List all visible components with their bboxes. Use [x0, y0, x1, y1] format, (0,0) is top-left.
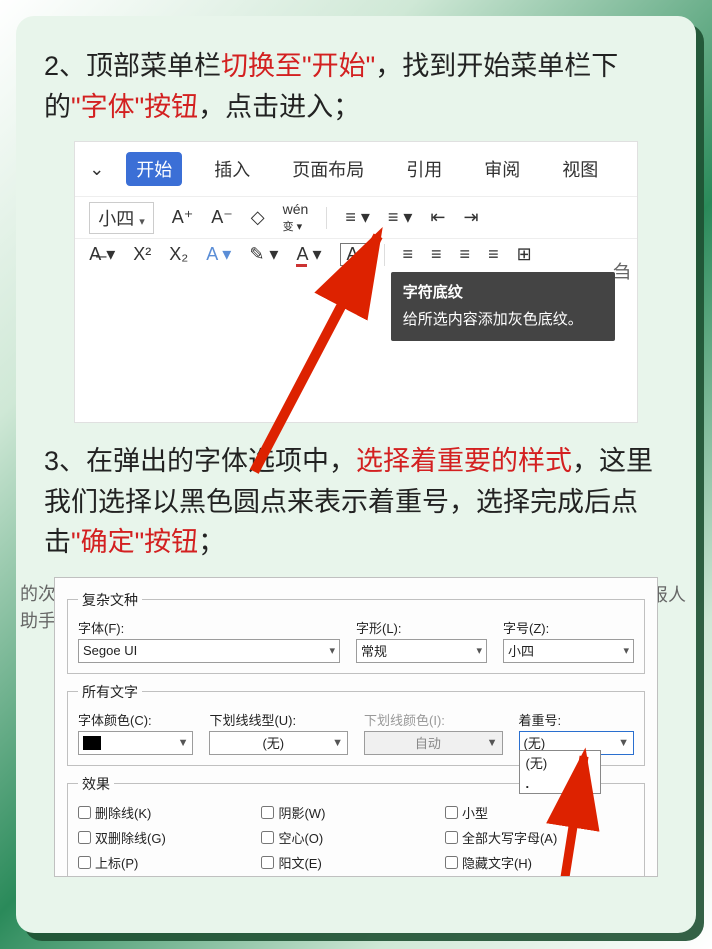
tab-insert[interactable]: 插入: [204, 152, 260, 186]
check-shadow[interactable]: 阴影(W): [261, 803, 444, 822]
color-label: 字体颜色(C):: [78, 710, 193, 729]
decrease-indent-icon[interactable]: ⇤: [430, 207, 445, 228]
group-label: 效果: [78, 774, 114, 794]
dropdown-icon: ▾: [476, 644, 482, 657]
tab-reference[interactable]: 引用: [396, 152, 452, 186]
tab-view[interactable]: 视图: [552, 152, 608, 186]
dropdown-icon: ▼: [487, 737, 498, 749]
clear-format-icon[interactable]: ◇: [251, 207, 265, 228]
ribbon-screenshot: ⌄ 开始 插入 页面布局 引用 审阅 视图 小四 ▾ A⁺ A⁻ ◇ wén变 …: [74, 141, 638, 423]
select-value: 自动: [415, 733, 441, 752]
align-justify-icon[interactable]: ≡: [488, 244, 499, 265]
highlight-icon[interactable]: ✎ ▾: [249, 244, 278, 265]
increase-indent-icon[interactable]: ⇥: [464, 207, 479, 228]
tooltip-body: 给所选内容添加灰色底纹。: [403, 309, 603, 332]
tooltip-title: 字符底纹: [403, 282, 603, 305]
style-select[interactable]: 常规 ▾: [356, 639, 487, 663]
text-highlight: "字体"按钮: [71, 92, 198, 122]
background-glyph: 刍: [613, 258, 631, 284]
check-double-strike[interactable]: 双删除线(G): [78, 828, 261, 847]
font-size-selector[interactable]: 小四 ▾: [89, 202, 154, 234]
text: ，点击进入；: [198, 92, 360, 122]
text: ；: [198, 527, 225, 557]
font-select[interactable]: Segoe UI ▾: [78, 639, 340, 663]
align-center-icon[interactable]: ≡: [431, 244, 442, 265]
text-highlight: "确定"按钮: [71, 527, 198, 557]
all-text-group: 所有文字 字体颜色(C): ▼ 下划线线型(U): (无) ▼: [67, 682, 645, 766]
tab-review[interactable]: 审阅: [474, 152, 530, 186]
decrease-font-icon[interactable]: A⁻: [211, 207, 233, 228]
dropdown-icon: ▾: [623, 644, 629, 657]
size-select[interactable]: 小四 ▾: [503, 639, 634, 663]
group-label: 所有文字: [78, 682, 142, 702]
tab-home[interactable]: 开始: [126, 152, 182, 186]
bullet-list-icon[interactable]: ≡ ▾: [345, 207, 370, 228]
distribute-icon[interactable]: ⊞: [517, 244, 532, 265]
align-right-icon[interactable]: ≡: [460, 244, 471, 265]
dropdown-icon: ▼: [332, 737, 343, 749]
divider: [326, 207, 327, 229]
style-label: 字形(L):: [356, 618, 487, 637]
font-dialog-screenshot: 的次助手 报人 复杂文种 字体(F): Segoe UI▾ 字形(L):: [16, 577, 696, 877]
underline-select[interactable]: (无) ▼: [209, 731, 348, 755]
subscript-icon[interactable]: X₂: [169, 244, 188, 265]
select-value: 小四: [508, 641, 534, 660]
phonetic-guide-icon[interactable]: wén变 ▾: [283, 201, 309, 234]
color-select[interactable]: ▼: [78, 731, 193, 755]
size-label: 字号(Z):: [503, 618, 634, 637]
select-value: 常规: [361, 641, 387, 660]
select-value: Segoe UI: [83, 643, 137, 658]
tab-layout[interactable]: 页面布局: [282, 152, 374, 186]
dropdown-icon: ▼: [178, 737, 189, 749]
dropdown-icon: ▾: [139, 216, 145, 228]
emphasis-label: 着重号:: [519, 710, 634, 729]
dropdown-icon: ▼: [618, 737, 629, 749]
underline-color-select: 自动 ▼: [364, 731, 503, 755]
superscript-icon[interactable]: X²: [133, 244, 151, 265]
color-swatch-icon: [83, 736, 101, 750]
character-shading-tooltip: 字符底纹 给所选内容添加灰色底纹。: [391, 272, 615, 341]
underline-color-label: 下划线颜色(I):: [364, 710, 503, 729]
check-strikethrough[interactable]: 删除线(K): [78, 803, 261, 822]
ribbon-toolbar-row-1: 小四 ▾ A⁺ A⁻ ◇ wén变 ▾ ≡ ▾ ≡ ▾ ⇤ ⇥: [75, 196, 637, 238]
strikethrough-icon[interactable]: A̶ ▾: [89, 244, 115, 265]
menu-chevron-icon[interactable]: ⌄: [89, 159, 104, 180]
tutorial-card: 2、顶部菜单栏切换至"开始"，找到开始菜单栏下的"字体"按钮，点击进入； ⌄ 开…: [16, 16, 696, 933]
background-text: 的次助手: [20, 581, 56, 635]
font-dialog: 复杂文种 字体(F): Segoe UI ▾ 字形(L): 常规 ▾: [54, 577, 658, 877]
complex-script-group: 复杂文种 字体(F): Segoe UI ▾ 字形(L): 常规 ▾: [67, 590, 645, 674]
text: 2、顶部菜单栏: [44, 51, 221, 81]
underline-label: 下划线线型(U):: [209, 710, 348, 729]
text-effects-icon[interactable]: A ▾: [206, 244, 231, 265]
text-highlight: 切换至"开始": [221, 51, 375, 81]
check-superscript[interactable]: 上标(P): [78, 853, 261, 872]
select-value: (无): [262, 733, 284, 752]
step-3-text: 3、在弹出的字体选项中，选择着重要的样式，这里我们选择以黑色圆点来表示着重号，选…: [44, 441, 668, 563]
ribbon-tabs: ⌄ 开始 插入 页面布局 引用 审阅 视图: [75, 142, 637, 196]
check-emboss[interactable]: 阳文(E): [261, 853, 444, 872]
dropdown-icon: ▾: [329, 644, 335, 657]
font-label: 字体(F):: [78, 618, 340, 637]
check-outline[interactable]: 空心(O): [261, 828, 444, 847]
text-highlight: 选择着重要的样式: [356, 446, 572, 476]
font-size-value: 小四: [98, 209, 134, 229]
step-2-text: 2、顶部菜单栏切换至"开始"，找到开始菜单栏下的"字体"按钮，点击进入；: [44, 46, 668, 127]
group-label: 复杂文种: [78, 590, 142, 610]
increase-font-icon[interactable]: A⁺: [172, 207, 194, 228]
